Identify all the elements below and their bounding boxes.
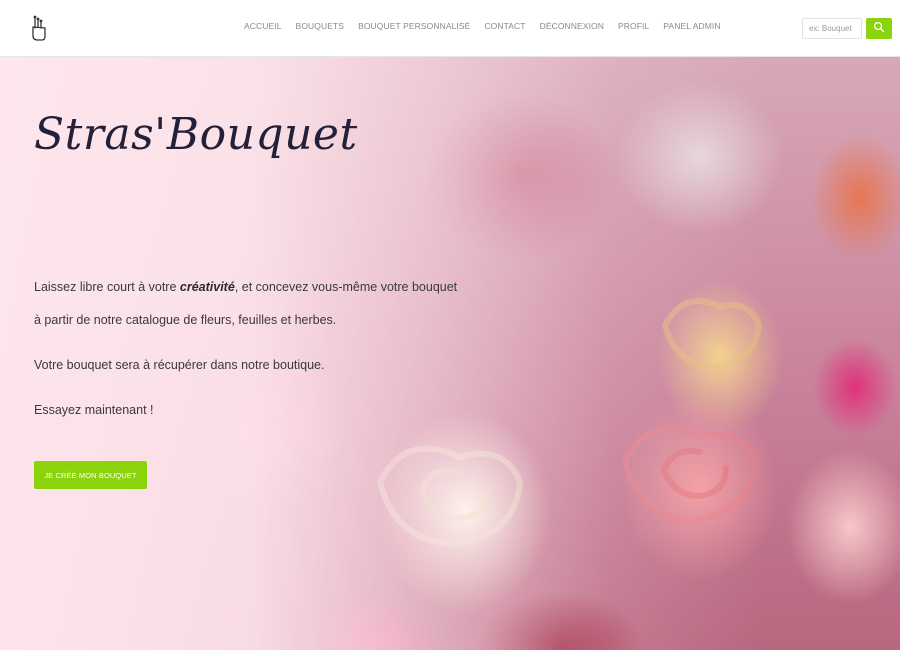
search-icon: [873, 21, 885, 36]
hero-text-line-1: Laissez libre court à votre créativité, …: [34, 279, 457, 295]
nav-menu: ACCUEIL BOUQUETS BOUQUET PERSONNALISÉ CO…: [244, 21, 735, 31]
nav-item-profil[interactable]: PROFIL: [618, 21, 649, 31]
nav-item-bouquet-personnalise[interactable]: BOUQUET PERSONNALISÉ: [358, 21, 470, 31]
hero-text-line-4: Essayez maintenant !: [34, 403, 154, 417]
hero-text-line-3: Votre bouquet sera à récupérer dans notr…: [34, 358, 325, 372]
hero-text-line-2: à partir de notre catalogue de fleurs, f…: [34, 313, 337, 327]
hero-title: Stras'Bouquet: [34, 109, 358, 160]
navbar: ACCUEIL BOUQUETS BOUQUET PERSONNALISÉ CO…: [0, 0, 900, 57]
search-input[interactable]: [802, 18, 862, 39]
nav-item-panel-admin[interactable]: PANEL ADMIN: [663, 21, 720, 31]
nav-item-deconnexion[interactable]: DÉCONNEXION: [540, 21, 604, 31]
nav-item-accueil[interactable]: ACCUEIL: [244, 21, 282, 31]
nav-item-contact[interactable]: CONTACT: [484, 21, 525, 31]
search-button[interactable]: [866, 18, 892, 39]
nav-item-bouquets[interactable]: BOUQUETS: [296, 21, 345, 31]
hero-text-line-1-start: Laissez libre court à votre: [34, 280, 180, 294]
hero-text-line-1-end: , et concevez vous-même votre bouquet: [234, 280, 458, 294]
hand-bouquet-icon[interactable]: [30, 14, 48, 42]
hero-text-emphasis: créativité: [179, 280, 235, 294]
create-bouquet-button[interactable]: JE CRÉE MON BOUQUET: [34, 461, 147, 489]
hero-content: Stras'Bouquet Laissez libre court à votr…: [0, 57, 900, 650]
hero-section: Stras'Bouquet Laissez libre court à votr…: [0, 57, 900, 650]
